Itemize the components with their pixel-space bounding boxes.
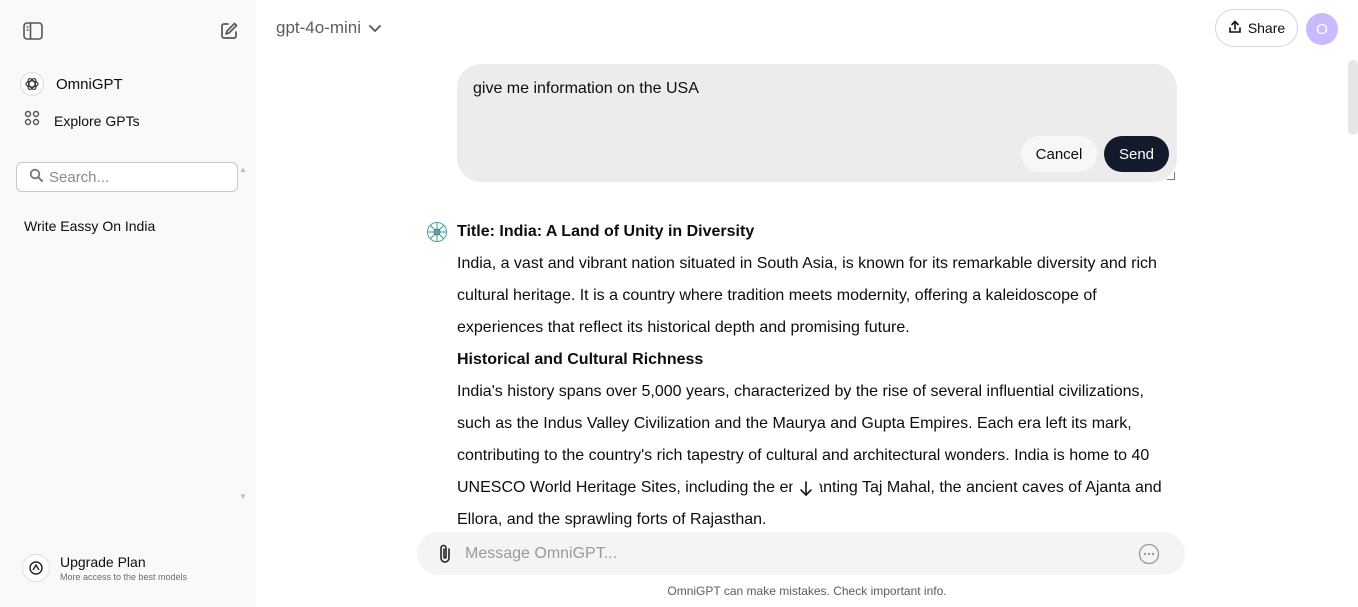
scrollbar-thumb[interactable]	[1348, 60, 1358, 135]
share-label: Share	[1247, 20, 1286, 36]
model-selector[interactable]: gpt-4o-mini	[276, 18, 381, 38]
cancel-button[interactable]: Cancel	[1021, 136, 1097, 172]
main-panel: gpt-4o-mini Share O give me information …	[256, 0, 1358, 607]
new-chat-icon[interactable]	[213, 15, 245, 47]
upgrade-subtitle: More access to the best models	[60, 572, 188, 582]
more-options-icon[interactable]	[1137, 542, 1161, 566]
sidebar-toggle-icon[interactable]	[17, 15, 49, 47]
response-title: Title: India: A Land of Unity in Diversi…	[457, 223, 755, 240]
scroll-to-bottom-button[interactable]	[791, 476, 821, 506]
resize-handle[interactable]	[1167, 172, 1175, 180]
edit-message-box: give me information on the USA Cancel Se…	[457, 64, 1177, 182]
share-button[interactable]: Share	[1215, 9, 1298, 47]
history-item[interactable]: Write Eassy On India	[24, 218, 155, 234]
message-input[interactable]	[465, 544, 1125, 563]
sidebar-explore-label: Explore GPTs	[54, 112, 140, 129]
response-paragraph: India's history spans over 5,000 years, …	[457, 383, 1162, 528]
omnigpt-logo-icon	[20, 72, 44, 96]
disclaimer: OmniGPT can make mistakes. Check importa…	[667, 584, 947, 598]
search-input[interactable]	[49, 168, 219, 186]
response-heading: Historical and Cultural Richness	[457, 351, 704, 368]
chevron-down-icon	[369, 18, 381, 38]
message-composer	[417, 532, 1185, 575]
upgrade-plan-button[interactable]: Upgrade Plan More access to the best mod…	[22, 554, 187, 582]
paperclip-icon[interactable]	[433, 542, 457, 566]
upgrade-title: Upgrade Plan	[60, 554, 146, 570]
sidebar-item-explore[interactable]: Explore GPTs	[24, 110, 140, 131]
scroll-down-arrow-icon[interactable]: ▼	[239, 492, 247, 501]
sidebar-app-name: OmniGPT	[56, 75, 123, 93]
send-button[interactable]: Send	[1104, 136, 1169, 172]
arrow-down-icon	[799, 480, 813, 502]
upgrade-icon	[22, 554, 50, 582]
scroll-up-icon[interactable]: ▲	[239, 165, 247, 174]
sidebar-item-omnigpt[interactable]: OmniGPT	[20, 72, 123, 96]
response-paragraph: India, a vast and vibrant nation situate…	[457, 255, 1157, 336]
sidebar: OmniGPT Explore GPTs ▲ ▼ Write Eassy On …	[0, 0, 256, 607]
model-name: gpt-4o-mini	[276, 18, 362, 37]
edit-message-input[interactable]: give me information on the USA	[473, 80, 1153, 120]
grid-icon	[24, 110, 40, 131]
app-window: OmniGPT Explore GPTs ▲ ▼ Write Eassy On …	[0, 0, 1358, 607]
search-icon	[29, 168, 43, 187]
share-icon	[1228, 19, 1242, 37]
search-field	[16, 162, 238, 192]
avatar[interactable]: O	[1306, 13, 1338, 45]
assistant-avatar-icon	[426, 221, 448, 243]
